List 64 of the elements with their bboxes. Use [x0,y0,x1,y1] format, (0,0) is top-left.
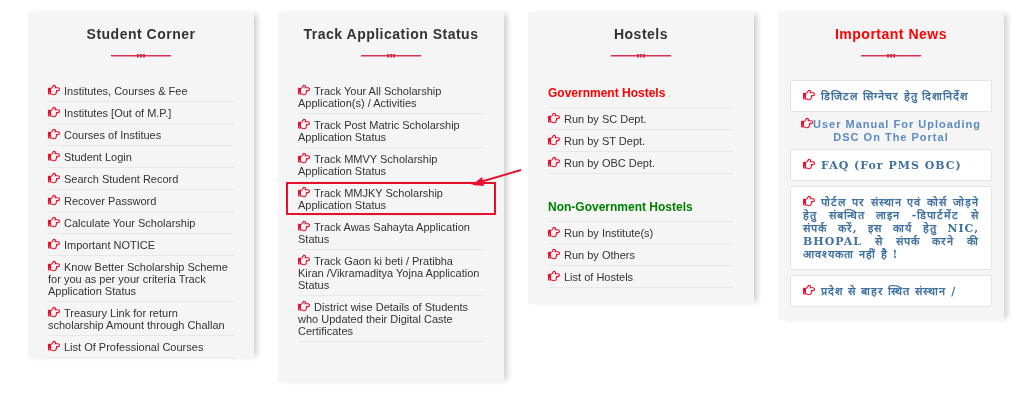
menu-link[interactable]: Recover Password [48,192,234,209]
menu-link[interactable]: Track Awas Sahayta Application Status [298,218,484,247]
news-link[interactable]: FAQ (For PMS OBC) [803,158,979,172]
menu-link[interactable]: Run by Others [548,246,734,263]
pointing-hand-icon [548,226,560,238]
pointing-hand-icon [48,340,60,352]
pointing-hand-icon [48,216,60,228]
panel-title: Student Corner [86,26,196,42]
pointing-hand-icon [548,112,560,124]
menu-link[interactable]: Search Student Record [48,170,234,187]
pointing-hand-icon [48,84,60,96]
menu-link[interactable]: Important NOTICE [48,236,234,253]
menu-link[interactable]: Courses of Institues [48,126,234,143]
menu-link[interactable]: Treasury Link for return scholarship Amount through Challan [48,304,234,333]
pointing-hand-icon [48,306,60,318]
menu-link[interactable]: Run by OBC Dept. [548,154,734,171]
menu-link[interactable]: List of Hostels [548,268,734,285]
menu-link[interactable]: List Of Professional Courses [48,338,234,355]
menu-link[interactable]: Track MMVY Scholarship Application Status [298,150,484,179]
panel-title: Hostels [613,26,669,42]
menu-link[interactable]: District wise Details of Students who Updated their Digital Caste Certificates [298,298,484,339]
pointer-arrow [470,168,522,188]
menu-link[interactable]: Track Post Matric Scholarship Application Status [298,116,484,145]
pointing-hand-icon [48,150,60,162]
section-heading: Non-Government Hostels [548,200,693,214]
section-heading: Government Hostels [548,86,666,100]
menu-link[interactable]: Run by ST Dept. [548,132,734,149]
menu-link[interactable]: Run by SC Dept. [548,110,734,127]
pointing-hand-icon [548,156,560,168]
pointing-hand-icon [801,117,813,129]
menu-link[interactable]: Institutes [Out of M.P.] [48,104,234,121]
news-link[interactable]: पोर्टल पर संस्थान एवं कोर्स जोड़ने हेतु संबन्धित लाइन -डिपार्टमेंट से संपर्क करें, इस कार्य हेतु NIC, BHOPAL से संपर्क करने की आवश्यकता नहीं है ! [803,195,979,261]
pointing-hand-icon [803,195,815,207]
pointing-hand-icon [48,238,60,250]
pointing-hand-icon [298,118,310,130]
news-link[interactable]: डिजिटल सिग्नेचर हेतु दिशानिर्देश [803,89,979,103]
pointing-hand-icon [48,128,60,140]
menu-link[interactable]: Run by Institute(s) [548,224,734,241]
menu-link[interactable]: Track Your All Scholarship Application(s) / Activities [298,82,484,111]
pointing-hand-icon [803,158,815,170]
pointing-hand-icon [48,106,60,118]
pointing-hand-icon [298,300,310,312]
pointing-hand-icon [298,152,310,164]
menu-link[interactable]: Institutes, Courses & Fee [48,82,234,99]
panel-title: Track Application Status [303,26,479,42]
pointing-hand-icon [48,172,60,184]
pointing-hand-icon [298,84,310,96]
pointing-hand-icon [548,134,560,146]
pointing-hand-icon [803,89,815,101]
menu-link[interactable]: Track MMJKY Scholarship Application Status [288,184,494,213]
menu-link[interactable]: Know Better Scholarship Scheme for you as per your criteria Track Application Status [48,258,234,299]
pointing-hand-icon [48,194,60,206]
news-link[interactable]: प्रदेश से बाहर स्थित संस्थान / [803,284,979,298]
pointing-hand-icon [298,220,310,232]
pointing-hand-icon [548,248,560,260]
pointing-hand-icon [548,270,560,282]
menu-link[interactable]: Track Gaon ki beti / Pratibha Kiran /Vikramaditya Yojna Application Status [298,252,484,293]
menu-link[interactable]: Calculate Your Scholarship [48,214,234,231]
pointing-hand-icon [803,284,815,296]
menu-link[interactable]: Student Login [48,148,234,165]
pointing-hand-icon [298,254,310,266]
pointing-hand-icon [298,186,310,198]
pointing-hand-icon [48,260,60,272]
panel-title: Important News [835,26,947,42]
